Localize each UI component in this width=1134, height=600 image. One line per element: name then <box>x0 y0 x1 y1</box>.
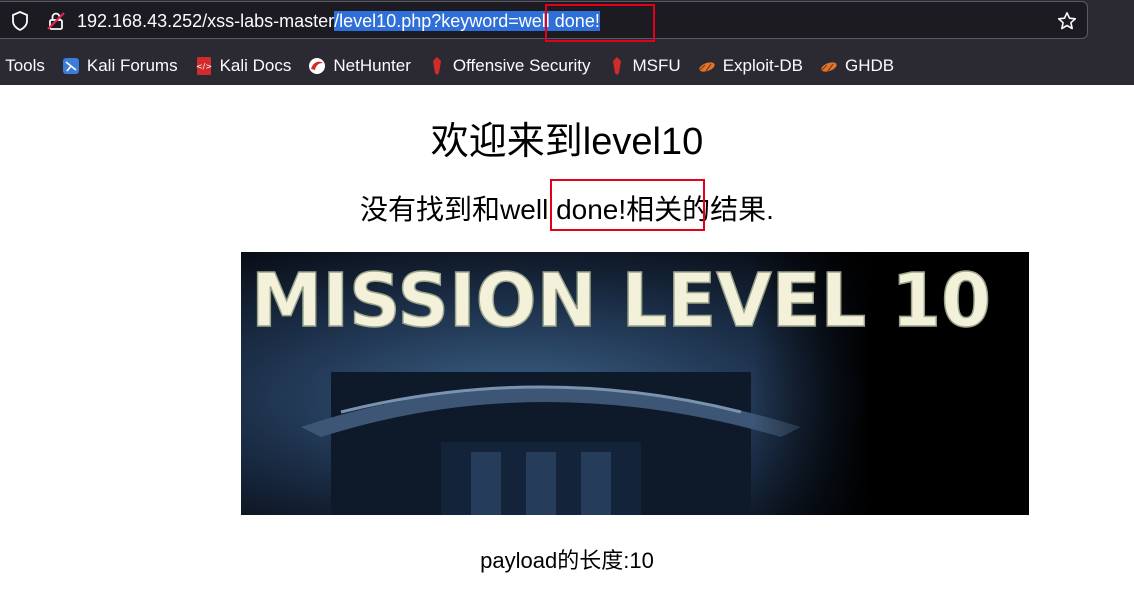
url-text[interactable]: 192.168.43.252/xss-labs-master/level10.p… <box>77 2 600 40</box>
bookmark-label: Offensive Security <box>452 56 591 75</box>
shield-icon[interactable] <box>8 2 32 40</box>
insecure-lock-icon[interactable] <box>44 2 68 40</box>
bookmark-label: Exploit-DB <box>722 56 803 75</box>
bookmarks-toolbar: i Tools Kali Forums </> Kali Docs NetHun… <box>0 50 910 82</box>
msfu-icon <box>607 56 627 76</box>
bookmark-item[interactable]: MSFU <box>607 56 681 76</box>
ghdb-icon <box>819 56 839 76</box>
exploit-db-icon <box>697 56 717 76</box>
svg-text:MISSION LEVEL 10: MISSION LEVEL 10 <box>251 258 991 338</box>
bookmark-label: NetHunter <box>333 56 411 75</box>
address-bar[interactable]: 192.168.43.252/xss-labs-master/level10.p… <box>0 1 1088 39</box>
url-host-path: 192.168.43.252/xss-labs-master <box>77 11 335 31</box>
bookmark-label: GHDB <box>845 56 895 75</box>
bookmark-item[interactable]: GHDB <box>819 56 894 76</box>
page-title: 欢迎来到level10 <box>430 121 704 163</box>
bookmark-item[interactable]: Kali Forums <box>61 56 178 76</box>
bookmark-item[interactable]: Offensive Security <box>427 56 591 76</box>
bookmark-item[interactable]: NetHunter <box>307 56 411 76</box>
svg-text:</>: </> <box>196 62 212 71</box>
url-highlight-box <box>545 4 655 42</box>
bookmark-label: MSFU <box>632 56 681 75</box>
nethunter-icon <box>307 56 327 76</box>
banner-title-text: MISSION LEVEL 10 <box>250 258 992 338</box>
bookmark-label: Kali Forums <box>86 56 178 75</box>
browser-chrome: 192.168.43.252/xss-labs-master/level10.p… <box>0 0 1134 85</box>
result-prefix: 没有找到和 <box>360 194 501 225</box>
kali-forums-icon <box>61 56 81 76</box>
bookmark-item[interactable]: Exploit-DB <box>697 56 803 76</box>
mission-level-banner: MISSION LEVEL 10 <box>241 252 1029 515</box>
kali-docs-icon: </> <box>194 56 214 76</box>
offsec-icon <box>427 56 447 76</box>
payload-length-label: payload的长度:10 <box>480 548 654 573</box>
keyword-highlight-box <box>550 179 705 231</box>
bookmark-star-icon[interactable] <box>1055 2 1079 40</box>
bookmark-item[interactable]: i Tools <box>0 56 45 76</box>
bookmark-label: i Tools <box>0 56 45 75</box>
bookmark-label: Kali Docs <box>219 56 292 75</box>
bookmark-item[interactable]: </> Kali Docs <box>194 56 292 76</box>
